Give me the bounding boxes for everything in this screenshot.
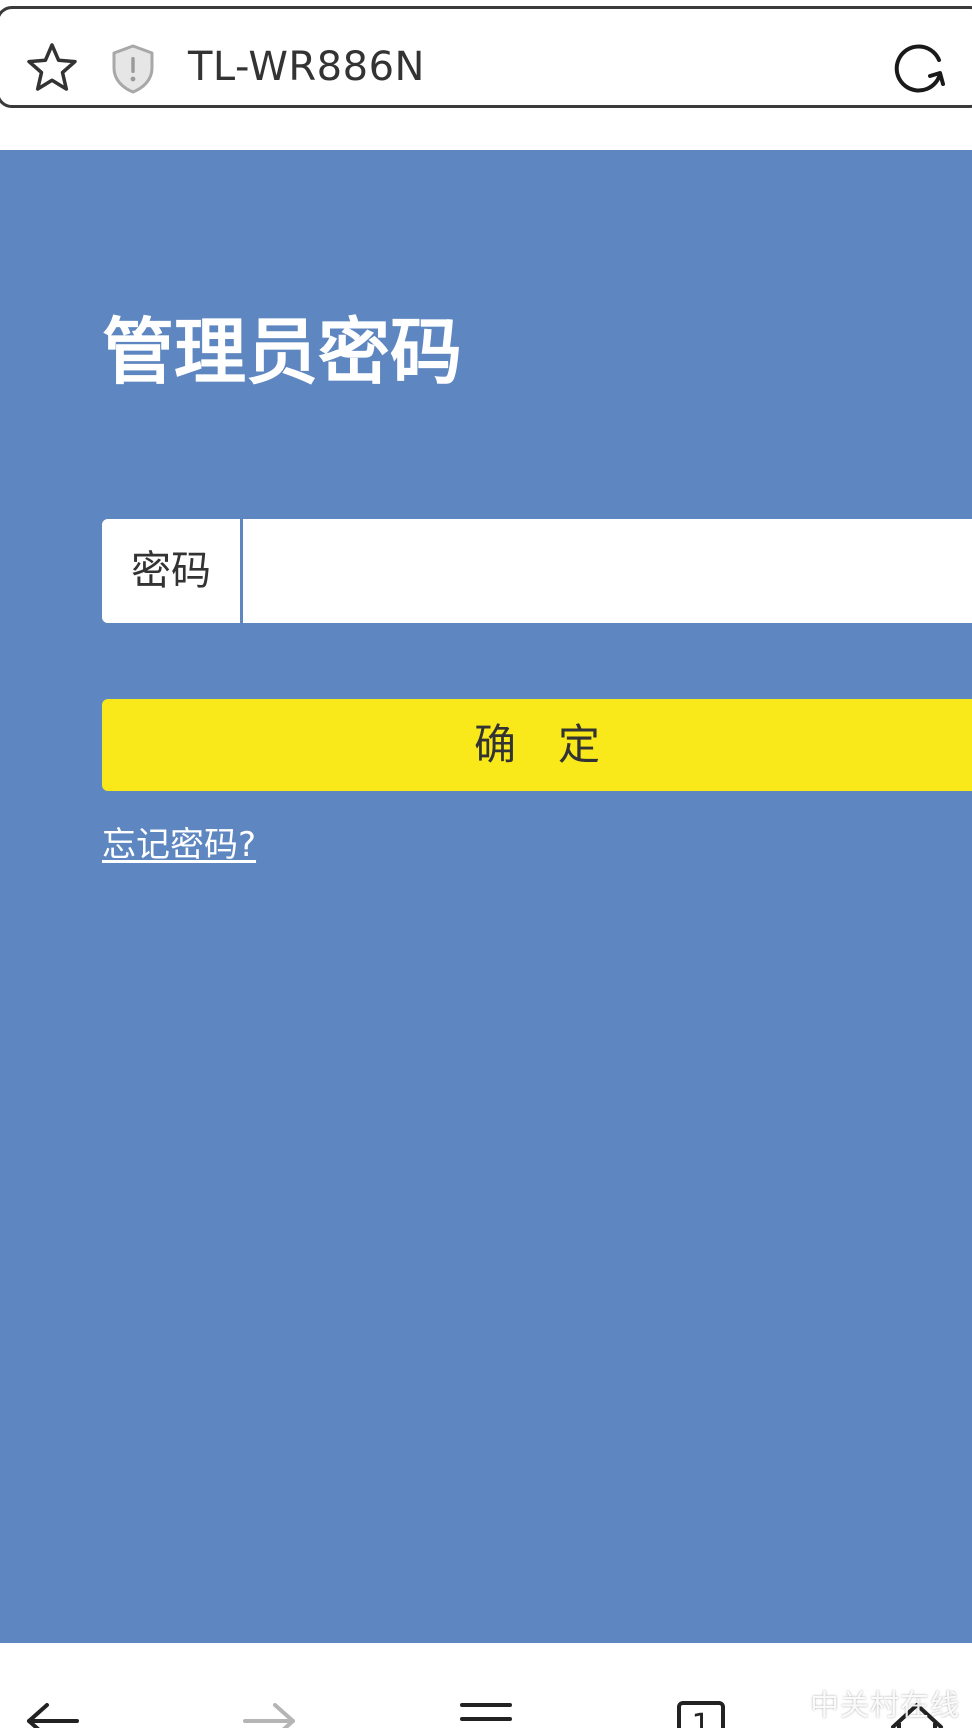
- password-input[interactable]: [243, 519, 972, 623]
- browser-top-bar: TL-WR886N: [0, 0, 972, 148]
- tab-count: 1: [677, 1701, 725, 1728]
- address-bar[interactable]: TL-WR886N: [0, 6, 972, 108]
- password-field-group: 密码: [102, 519, 972, 623]
- forward-arrow-icon[interactable]: [234, 1701, 304, 1728]
- login-panel: 管理员密码 密码 确 定 忘记密码?: [0, 150, 972, 1643]
- back-arrow-icon[interactable]: [18, 1701, 88, 1728]
- tabs-icon[interactable]: 1: [666, 1701, 736, 1728]
- confirm-button-label: 确 定: [473, 720, 600, 769]
- password-label: 密码: [102, 519, 240, 623]
- menu-icon[interactable]: [451, 1701, 521, 1728]
- confirm-button[interactable]: 确 定: [102, 699, 972, 791]
- watermark-logo: 中关村在线: [809, 1688, 960, 1722]
- site-title[interactable]: TL-WR886N: [188, 37, 425, 97]
- shield-warning-icon[interactable]: [107, 41, 159, 97]
- reload-icon[interactable]: [891, 39, 949, 97]
- page-heading: 管理员密码: [102, 310, 463, 394]
- bookmark-star-icon[interactable]: [23, 39, 81, 97]
- forgot-password-link[interactable]: 忘记密码?: [102, 817, 256, 866]
